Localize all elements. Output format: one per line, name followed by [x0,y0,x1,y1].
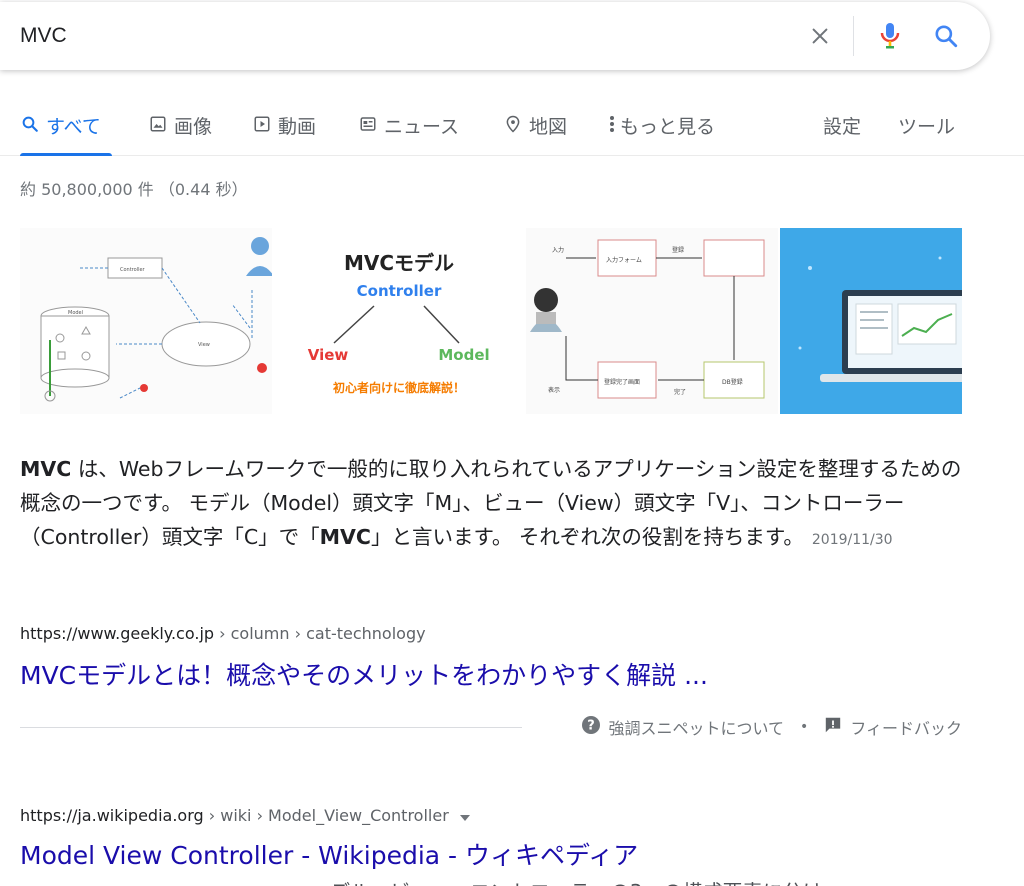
video-icon [252,112,272,136]
search-input[interactable] [20,20,780,52]
search-icon [20,112,40,136]
search-icon[interactable] [932,22,960,50]
help-icon: ? [581,715,601,739]
image-result-1[interactable]: Controller View Model [20,228,272,414]
result-1-domain: https://www.geekly.co.jp [20,624,215,643]
tab-images[interactable]: 画像 [148,112,212,156]
img2-model: Model [438,346,489,364]
map-pin-icon [503,112,523,136]
snippet-text-2: 」と言います。 それぞれ次の役割を持ちます。 [370,525,804,549]
image-result-3[interactable]: 入力 入力フォーム 登録 DB登録 完了 登録完了画面 表示 [526,228,778,414]
tab-label: もっと見る [620,116,716,138]
img2-caption: 初心者向けに徹底解説！ [333,380,465,395]
image-result-2[interactable]: MVCモデル Controller View Model 初心者向けに徹底解説！ [274,228,524,414]
more-vert-icon [606,112,618,136]
result-stats: 約 50,800,000 件 （0.44 秒） [20,180,248,199]
image-icon [148,112,168,136]
tab-settings[interactable]: 設定 [823,112,861,156]
caret-down-icon[interactable] [459,807,470,826]
snippet-feedback-row: ? 強調スニペットについて • フィードバック [20,712,962,742]
svg-text:Model: Model [68,310,83,316]
img3-show: 表示 [548,386,560,394]
img3-register: 登録 [672,246,684,254]
about-snippets-label: 強調スニペットについて [608,719,785,738]
search-divider [853,16,854,56]
news-icon [358,112,378,136]
tab-all[interactable]: すべて [20,112,112,156]
img3-done: 完了 [674,388,686,396]
tab-label: すべて [46,116,101,138]
tab-more[interactable]: もっと見る [606,112,715,156]
tab-label: 地図 [529,116,568,138]
feedback-label: フィードバック [850,719,962,738]
image-result-4[interactable] [780,228,962,414]
img3-input: 入力 [552,246,564,254]
tab-news[interactable]: ニュース [358,112,459,156]
search-tabs: すべて 画像 動画 ニュース 地図 もっと見る 設定 ツール [0,100,1024,156]
clear-icon[interactable] [806,22,834,50]
result-1-title-link[interactable]: MVCモデルとは！概念やそのメリットをわかりやすく解説 ... [20,656,708,692]
divider [20,727,522,728]
about-snippets-link[interactable]: ? 強調スニペットについて [581,715,785,739]
svg-text:?: ? [587,719,595,734]
mic-icon[interactable] [876,22,904,50]
mvc-model-image: MVCモデル Controller View Model 初心者向けに徹底解説！ [308,251,490,395]
svg-text:View: View [198,342,210,348]
result-2-snippet: デル、ビュー、コントローラーの3つの構成要素に分け、... [330,876,861,886]
tab-label: 動画 [278,116,317,138]
tab-label: ニュース [384,116,460,138]
result-1-cite: https://www.geekly.co.jp › column › cat-… [20,624,426,643]
result-1-path: › column › cat-technology [214,624,426,643]
img2-title: MVCモデル [344,251,454,275]
result-2-path: › wiki › Model_View_Controller [203,806,449,825]
img2-controller: Controller [357,282,442,300]
tab-label: 設定 [823,116,862,138]
laptop-image [798,256,962,382]
snippet-date: 2019/11/30 [811,532,893,548]
result-2-cite: https://ja.wikipedia.org › wiki › Model_… [20,806,470,826]
feedback-link[interactable]: フィードバック [824,715,962,739]
tab-tools[interactable]: ツール [898,112,955,156]
result-2-title-link[interactable]: Model View Controller - Wikipedia - ウィキペ… [20,836,638,872]
svg-text:Controller: Controller [120,267,146,273]
tab-maps[interactable]: 地図 [503,112,567,156]
tab-label: 画像 [174,116,213,138]
img3-db: DB登録 [722,378,743,386]
separator-dot: • [800,719,809,735]
tab-videos[interactable]: 動画 [252,112,316,156]
image-strip: Controller View Model MVCモデル Controller Vi… [20,228,962,414]
img3-complete: 登録完了画面 [604,378,640,386]
featured-snippet: MVC は、Webフレームワークで一般的に取り入れられているアプリケーション設定… [20,452,970,557]
tab-label: ツール [898,116,956,138]
flowchart-image: 入力 入力フォーム 登録 DB登録 完了 登録完了画面 表示 [530,239,765,399]
result-2-domain: https://ja.wikipedia.org [20,806,204,825]
search-bar [0,2,990,70]
snippet-term-2: MVC [319,525,371,549]
feedback-icon [824,716,842,738]
mvc-diagram-image: Controller View Model [40,237,272,402]
snippet-term: MVC [20,457,72,481]
img3-form: 入力フォーム [606,256,642,264]
img2-view: View [308,346,349,364]
